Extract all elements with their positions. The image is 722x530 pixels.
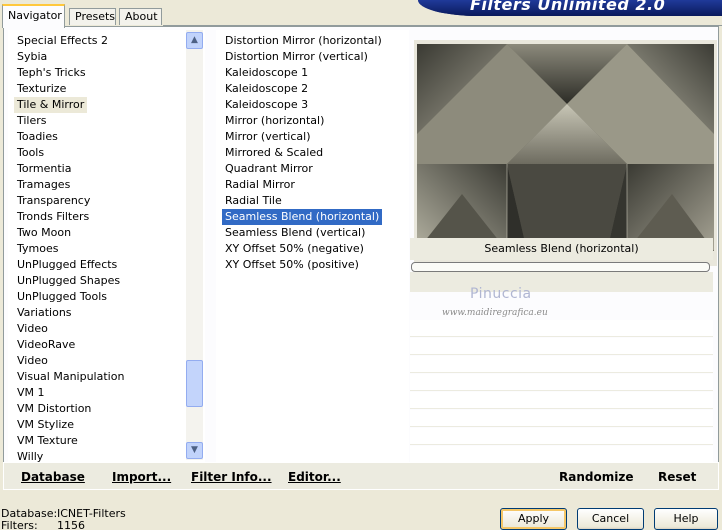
filter-info-link[interactable]: Filter Info...	[191, 470, 272, 484]
apply-button[interactable]: Apply	[500, 508, 567, 530]
category-item[interactable]: Tilers	[14, 113, 50, 129]
category-item[interactable]: Tymoes	[14, 241, 61, 257]
category-item[interactable]: Teph's Tricks	[14, 65, 89, 81]
tab-presets[interactable]: Presets	[69, 8, 116, 25]
help-button[interactable]: Help	[654, 508, 718, 530]
filter-item[interactable]: Seamless Blend (vertical)	[222, 225, 368, 241]
title-banner: Filters Unlimited 2.0	[418, 0, 722, 16]
filter-item[interactable]: XY Offset 50% (positive)	[222, 257, 362, 273]
tab-strip: Navigator Presets About Filters Unlimite…	[0, 0, 722, 28]
parameter-slot	[410, 374, 713, 391]
watermark-name: Pinuccia	[470, 286, 532, 302]
category-item[interactable]: UnPlugged Tools	[14, 289, 110, 305]
category-item[interactable]: Two Moon	[14, 225, 74, 241]
parameter-slot	[410, 320, 713, 337]
editor-link[interactable]: Editor...	[288, 470, 341, 484]
filter-item[interactable]: Kaleidoscope 3	[222, 97, 311, 113]
category-item[interactable]: UnPlugged Effects	[14, 257, 120, 273]
category-item[interactable]: VM 1	[14, 385, 48, 401]
scrollbar-thumb[interactable]	[186, 360, 203, 408]
filter-item[interactable]: Distortion Mirror (horizontal)	[222, 33, 385, 49]
filter-item[interactable]: Kaleidoscope 1	[222, 65, 311, 81]
action-links-bar: Database Import... Filter Info... Editor…	[3, 462, 719, 490]
category-item[interactable]: UnPlugged Shapes	[14, 273, 123, 289]
filter-item[interactable]: Quadrant Mirror	[222, 161, 316, 177]
category-item[interactable]: Variations	[14, 305, 75, 321]
filter-item[interactable]: Radial Tile	[222, 193, 285, 209]
parameter-slot	[410, 392, 713, 409]
chevron-up-icon[interactable]: ▲	[186, 32, 203, 49]
category-item[interactable]: Tronds Filters	[14, 209, 92, 225]
reset-link[interactable]: Reset	[658, 470, 696, 484]
cancel-button[interactable]: Cancel	[577, 508, 644, 530]
category-list[interactable]: Special Effects 2 Sybia Teph's Tricks Textu…	[8, 30, 205, 462]
category-item[interactable]: Toadies	[14, 129, 61, 145]
filter-item[interactable]: Distortion Mirror (vertical)	[222, 49, 371, 65]
randomize-link[interactable]: Randomize	[559, 470, 633, 484]
category-item[interactable]: Tramages	[14, 177, 73, 193]
filter-item[interactable]: Radial Mirror	[222, 177, 298, 193]
preview-band	[410, 272, 713, 292]
filter-item[interactable]: XY Offset 50% (negative)	[222, 241, 367, 257]
filters-count: 1156	[57, 519, 85, 530]
filters-label: Filters:	[1, 519, 38, 530]
filter-item[interactable]: Mirrored & Scaled	[222, 145, 326, 161]
parameter-slot	[410, 410, 713, 427]
watermark-site: www.maidiregrafica.eu	[442, 308, 548, 318]
parameter-slot	[410, 356, 713, 373]
category-item[interactable]: Willy	[14, 449, 46, 462]
category-item[interactable]: VM Stylize	[14, 417, 77, 433]
chevron-down-icon[interactable]: ▼	[186, 442, 203, 459]
preview-image	[417, 44, 714, 251]
category-item[interactable]: Sybia	[14, 49, 50, 65]
category-item[interactable]: Transparency	[14, 193, 93, 209]
category-item[interactable]: Tile & Mirror	[14, 97, 88, 113]
filter-item[interactable]: Mirror (vertical)	[222, 129, 314, 145]
import-link[interactable]: Import...	[112, 470, 171, 484]
tab-about[interactable]: About	[119, 8, 162, 25]
category-item[interactable]: VM Texture	[14, 433, 81, 449]
filter-item[interactable]: Mirror (horizontal)	[222, 113, 327, 129]
filter-item[interactable]: Kaleidoscope 2	[222, 81, 311, 97]
category-item[interactable]: VideoRave	[14, 337, 78, 353]
parameter-slot	[410, 338, 713, 355]
category-item[interactable]: Video	[14, 353, 51, 369]
category-item[interactable]: Visual Manipulation	[14, 369, 127, 385]
banner-title: Filters Unlimited 2.0	[470, 0, 666, 14]
filter-item[interactable]: Seamless Blend (horizontal)	[222, 209, 383, 225]
preview-filter-name: Seamless Blend (horizontal)	[410, 238, 713, 260]
category-item[interactable]: Texturize	[14, 81, 69, 97]
category-item[interactable]: Video	[14, 321, 51, 337]
parameter-slot	[410, 428, 713, 445]
preview-panel	[414, 40, 717, 266]
filter-list[interactable]: Distortion Mirror (horizontal) Distortion…	[216, 30, 409, 462]
category-item[interactable]: Tools	[14, 145, 47, 161]
database-link[interactable]: Database	[21, 470, 85, 484]
preview-bar	[411, 262, 710, 272]
category-item[interactable]: Tormentia	[14, 161, 74, 177]
tab-navigator[interactable]: Navigator	[2, 4, 65, 28]
category-item[interactable]: VM Distortion	[14, 401, 94, 417]
category-item[interactable]: Special Effects 2	[14, 33, 111, 49]
category-scrollbar[interactable]: ▲ ▼	[186, 30, 203, 460]
parameter-slot	[410, 446, 713, 463]
